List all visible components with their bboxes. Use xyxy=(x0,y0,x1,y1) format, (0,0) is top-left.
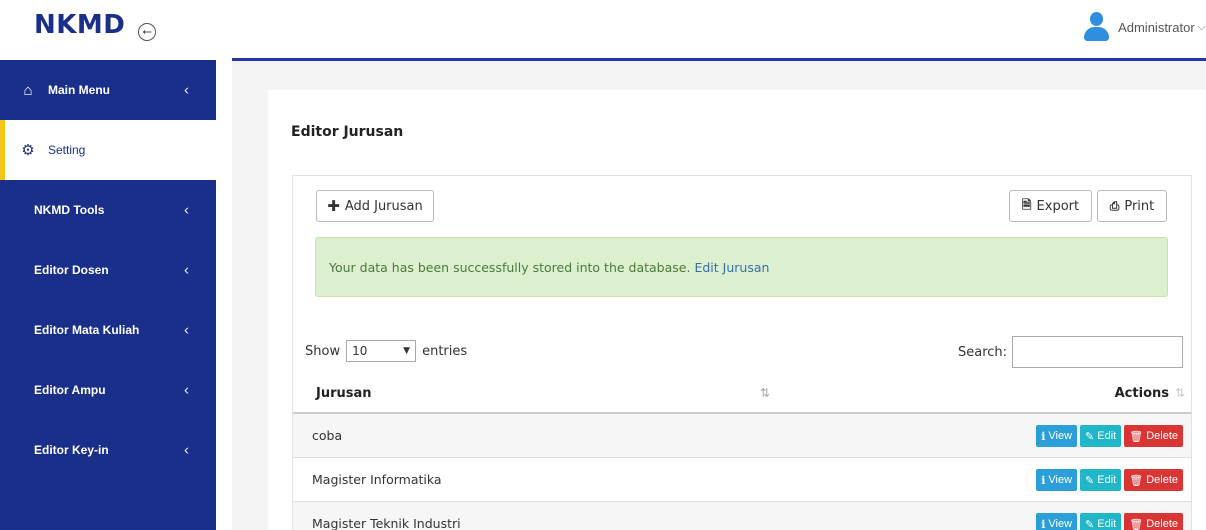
chevron-left-icon: ‹ xyxy=(184,321,189,339)
delete-button[interactable]: 🗑 Delete xyxy=(1124,425,1183,447)
brand-logo[interactable]: NKMD xyxy=(34,10,125,40)
column-header-actions: Actions xyxy=(1114,386,1169,401)
gear-icon: ⚙ xyxy=(21,142,35,159)
sidebar-item-setting[interactable]: ⚙ Setting xyxy=(0,120,216,180)
export-file-icon: 🗎 xyxy=(1021,197,1032,212)
sort-icon: ⇅ xyxy=(1174,386,1185,400)
user-name: Administrator xyxy=(1118,19,1195,35)
user-menu[interactable]: Administrator ⌵ xyxy=(1082,12,1206,42)
sidebar-item-editor-ampu[interactable]: Editor Ampu ‹ xyxy=(0,360,216,420)
jurusan-cell: Magister Teknik Industri xyxy=(312,516,461,530)
edit-button[interactable]: ✎ Edit xyxy=(1080,469,1122,491)
chevron-left-icon: ‹ xyxy=(184,201,189,219)
chevron-left-icon: ‹ xyxy=(184,441,189,459)
print-label: Print xyxy=(1124,198,1155,214)
add-jurusan-label: Add Jurusan xyxy=(344,198,423,214)
search-input[interactable] xyxy=(1012,336,1184,368)
sidebar-item-editor-dosen[interactable]: Editor Dosen ‹ xyxy=(0,240,216,300)
pencil-icon: ✎ xyxy=(1085,430,1095,443)
row-actions: ℹ View ✎ Edit 🗑 Delete xyxy=(1036,425,1183,447)
delete-label: Delete xyxy=(1146,518,1178,530)
entries-label: entries xyxy=(422,343,468,359)
sidebar-item-label: Main Menu xyxy=(48,83,110,97)
pencil-icon: ✎ xyxy=(1085,518,1095,530)
edit-button[interactable]: ✎ Edit xyxy=(1080,513,1122,530)
trash-icon: 🗑 xyxy=(1129,518,1144,530)
view-button[interactable]: ℹ View xyxy=(1036,513,1078,530)
jurusan-cell: coba xyxy=(312,428,343,443)
table-search: Search: xyxy=(958,336,1184,368)
success-alert: Your data has been successfully stored i… xyxy=(315,237,1168,297)
delete-button[interactable]: 🗑 Delete xyxy=(1124,469,1183,491)
alert-edit-link[interactable]: Edit Jurusan xyxy=(694,260,769,275)
trash-icon: 🗑 xyxy=(1129,474,1144,487)
sidebar-item-label: Editor Mata Kuliah xyxy=(34,323,140,337)
edit-label: Edit xyxy=(1097,474,1117,486)
edit-label: Edit xyxy=(1097,518,1117,530)
plus-icon: ✚ xyxy=(327,197,340,215)
pencil-icon: ✎ xyxy=(1085,474,1095,487)
chevron-left-icon: ‹ xyxy=(184,381,189,399)
entries-select[interactable]: 10 ▼ xyxy=(346,340,417,362)
show-label: Show xyxy=(305,343,341,359)
dropdown-caret-icon: ▼ xyxy=(403,346,411,356)
sidebar-item-editor-key-in[interactable]: Editor Key-in ‹ xyxy=(0,420,216,480)
info-icon: ℹ xyxy=(1041,474,1046,487)
print-icon: ⎙ xyxy=(1109,198,1120,213)
home-icon: ⌂ xyxy=(23,81,33,99)
view-button[interactable]: ℹ View xyxy=(1036,469,1078,491)
show-entries-control: Show 10 ▼ entries xyxy=(305,340,467,362)
edit-label: Edit xyxy=(1097,430,1117,442)
page-title: Editor Jurusan xyxy=(291,124,404,140)
entries-value: 10 xyxy=(352,344,368,358)
jurusan-cell: Magister Informatika xyxy=(312,472,442,487)
sidebar-item-label: Setting xyxy=(48,143,86,157)
chevron-left-icon: ‹ xyxy=(184,81,189,99)
table-row: coba ℹ View ✎ Edit 🗑 Delete xyxy=(293,414,1191,458)
search-label: Search: xyxy=(958,344,1008,360)
alert-message: Your data has been successfully stored i… xyxy=(329,259,691,275)
sidebar: ⌂ Main Menu ‹ ⚙ Setting NKMD Tools ‹ Edi… xyxy=(0,60,216,530)
view-button[interactable]: ℹ View xyxy=(1036,425,1078,447)
info-icon: ℹ xyxy=(1041,518,1046,530)
top-header: NKMD ⭠ Administrator ⌵ xyxy=(0,0,1206,60)
row-actions: ℹ View ✎ Edit 🗑 Delete xyxy=(1036,513,1183,530)
sidebar-item-main-menu[interactable]: ⌂ Main Menu ‹ xyxy=(0,60,216,120)
view-label: View xyxy=(1048,474,1073,486)
add-jurusan-button[interactable]: ✚ Add Jurusan xyxy=(316,190,434,222)
sidebar-item-nkmd-tools[interactable]: NKMD Tools ‹ xyxy=(0,180,216,240)
delete-button[interactable]: 🗑 Delete xyxy=(1124,513,1183,530)
view-label: View xyxy=(1048,430,1073,442)
export-button[interactable]: 🗎 Export xyxy=(1009,190,1092,222)
collapse-sidebar-icon[interactable]: ⭠ xyxy=(138,23,156,41)
sidebar-item-label: Editor Dosen xyxy=(34,263,109,277)
table-row: Magister Informatika ℹ View ✎ Edit 🗑 Delete xyxy=(293,458,1191,502)
edit-button[interactable]: ✎ Edit xyxy=(1080,425,1122,447)
column-header-jurusan[interactable]: Jurusan xyxy=(316,386,372,401)
chevron-left-icon: ‹ xyxy=(184,261,189,279)
print-button[interactable]: ⎙ Print xyxy=(1097,190,1167,222)
delete-label: Delete xyxy=(1146,430,1178,442)
sidebar-item-label: NKMD Tools xyxy=(34,203,105,217)
trash-icon: 🗑 xyxy=(1129,430,1144,443)
avatar-icon xyxy=(1082,12,1110,42)
sidebar-item-label: Editor Key-in xyxy=(34,443,109,457)
table-row: Magister Teknik Industri ℹ View ✎ Edit 🗑 De… xyxy=(293,502,1191,530)
export-label: Export xyxy=(1036,198,1080,214)
sort-icon[interactable]: ⇅ xyxy=(760,386,770,400)
delete-label: Delete xyxy=(1146,474,1178,486)
info-icon: ℹ xyxy=(1041,430,1046,443)
table-header: Jurusan ⇅ Actions ⇅ xyxy=(293,376,1191,414)
row-actions: ℹ View ✎ Edit 🗑 Delete xyxy=(1036,469,1183,491)
view-label: View xyxy=(1048,518,1073,530)
sidebar-item-editor-mata-kuliah[interactable]: Editor Mata Kuliah ‹ xyxy=(0,300,216,360)
chevron-down-icon: ⌵ xyxy=(1197,20,1206,33)
sidebar-item-label: Editor Ampu xyxy=(34,383,106,397)
